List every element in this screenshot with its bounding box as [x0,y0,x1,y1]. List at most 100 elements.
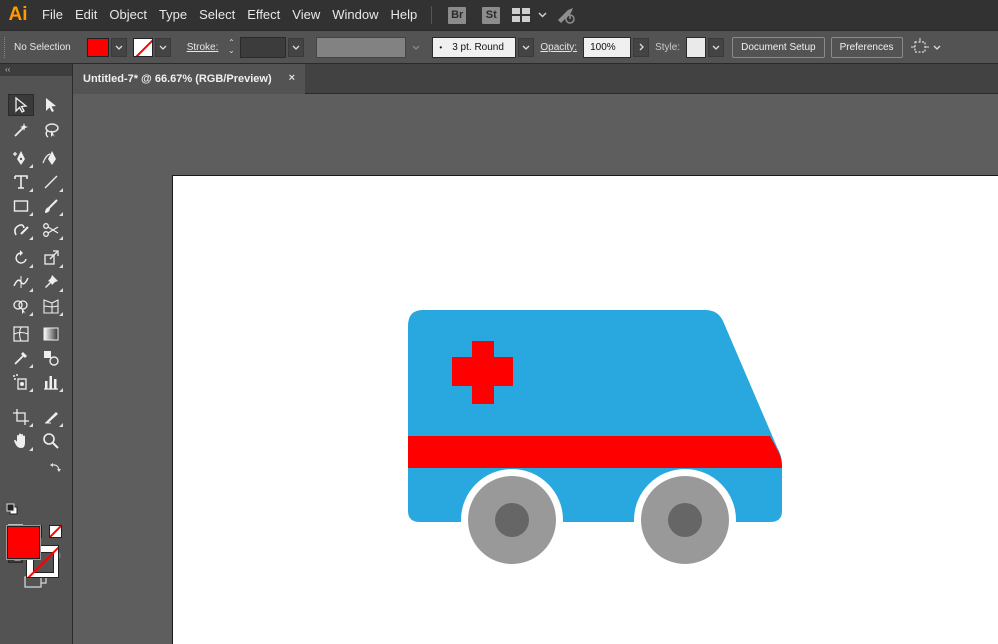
opacity-label[interactable]: Opacity: [534,42,583,53]
curvature-tool[interactable] [38,147,64,169]
line-segment-tool[interactable] [38,171,64,193]
preferences-button[interactable]: Preferences [830,36,903,58]
stroke-label[interactable]: Stroke: [181,42,225,53]
type-tool[interactable] [8,171,34,193]
stock-button[interactable]: St [482,6,501,24]
opacity-input[interactable]: 100% [583,36,632,58]
brush-definition[interactable]: • 3 pt. Round [432,36,517,58]
direct-selection-tool[interactable] [38,94,64,116]
menu-effect[interactable]: Effect [241,0,286,30]
fill-dropdown[interactable] [110,37,127,57]
lasso-icon [45,123,59,138]
tools-collapse[interactable]: ‹‹ [0,64,72,76]
curvature-pen-icon [42,151,56,165]
rear-hub [668,503,702,537]
scissors-tool[interactable] [38,219,64,241]
gpu-rocket-icon[interactable] [551,0,581,30]
selection-arrow-icon [15,96,28,113]
stroke-weight-input[interactable] [240,36,287,58]
shape-builder-tool[interactable] [8,295,34,317]
document-tab-title: Untitled-7* @ 66.67% (RGB/Preview) [83,73,272,85]
type-t-icon [14,175,28,189]
scale-tool[interactable] [38,247,64,269]
opacity-expand[interactable] [633,37,650,57]
brush-dropdown[interactable] [518,37,535,57]
menu-file[interactable]: File [36,0,69,30]
menu-object[interactable]: Object [103,0,153,30]
arrange-documents-icon[interactable] [910,38,929,56]
menu-view[interactable]: View [286,0,326,30]
lasso-tool[interactable] [38,119,64,141]
mesh-tool[interactable] [8,323,34,345]
close-icon[interactable]: × [289,72,295,84]
artboard[interactable] [172,175,998,644]
mesh-icon [13,326,29,342]
menu-edit[interactable]: Edit [69,0,103,30]
rotate-tool[interactable] [8,247,34,269]
symbol-sprayer-tool[interactable] [8,371,34,393]
style-label: Style: [655,41,681,53]
ambulance-artwork[interactable] [173,176,998,644]
selection-status: No Selection [14,41,71,53]
width-tool[interactable] [8,271,34,293]
menu-help[interactable]: Help [384,0,423,30]
document-setup-button[interactable]: Document Setup [732,36,825,58]
brush-label: 3 pt. Round [452,41,504,53]
pushpin-icon [45,275,58,288]
magic-wand-icon [14,123,28,137]
gradient-tool[interactable] [38,323,64,345]
paintbrush-icon [45,199,58,213]
ambulance-stripe [408,436,782,468]
scale-icon [44,250,59,265]
slice-knife-icon [45,412,58,424]
column-graph-tool[interactable] [38,371,64,393]
canvas[interactable] [73,94,998,644]
column-graph-icon [44,376,58,390]
menu-bar: Ai File Edit Object Type Select Effect V… [0,0,998,30]
chevron-down-icon[interactable] [933,45,941,50]
eyedropper-tool[interactable] [8,347,34,369]
variable-width-profile[interactable] [316,36,407,58]
shaper-icon [14,224,29,236]
stroke-weight-dropdown[interactable] [288,37,305,57]
magnifier-icon [43,433,59,449]
fill-swatch[interactable] [86,37,109,57]
rectangle-icon [13,200,29,212]
artboard-tool[interactable] [8,406,34,428]
chevron-down-icon [712,45,720,50]
pen-tool[interactable] [8,147,34,169]
workspace-grid-icon[interactable] [508,0,534,30]
stroke-swatch[interactable] [132,37,153,57]
paintbrush-tool[interactable] [38,195,64,217]
selection-tool[interactable] [8,94,34,116]
chevron-down-icon[interactable] [534,0,551,30]
shaper-tool[interactable] [8,219,34,241]
profile-dropdown[interactable] [408,37,425,57]
none-mode-button[interactable] [49,525,62,538]
bridge-button[interactable]: Br [448,6,467,24]
menu-select[interactable]: Select [193,0,241,30]
blend-tool[interactable] [38,347,64,369]
chevron-down-icon [412,45,420,50]
graphic-style-swatch[interactable] [686,36,707,58]
stroke-weight-stepper[interactable]: ⌃ ⌄ [224,37,238,58]
fill-color-box[interactable] [6,525,41,560]
puppet-warp-tool[interactable] [38,271,64,293]
hand-icon [14,433,25,448]
swap-fill-stroke-icon[interactable] [50,461,62,479]
document-tab[interactable]: Untitled-7* @ 66.67% (RGB/Preview) × [73,64,305,94]
hand-tool[interactable] [8,430,34,452]
menu-window[interactable]: Window [326,0,384,30]
perspective-grid-tool[interactable] [38,295,64,317]
scissors-icon [43,223,59,237]
default-fill-stroke-icon[interactable] [6,502,18,520]
magic-wand-tool[interactable] [8,119,34,141]
menu-type[interactable]: Type [153,0,193,30]
chevron-down-icon [522,45,530,50]
artboard-icon [13,409,29,425]
zoom-tool[interactable] [38,430,64,452]
style-dropdown[interactable] [708,37,725,57]
slice-tool[interactable] [38,406,64,428]
stroke-swatch-dropdown[interactable] [154,37,171,57]
rectangle-tool[interactable] [8,195,34,217]
